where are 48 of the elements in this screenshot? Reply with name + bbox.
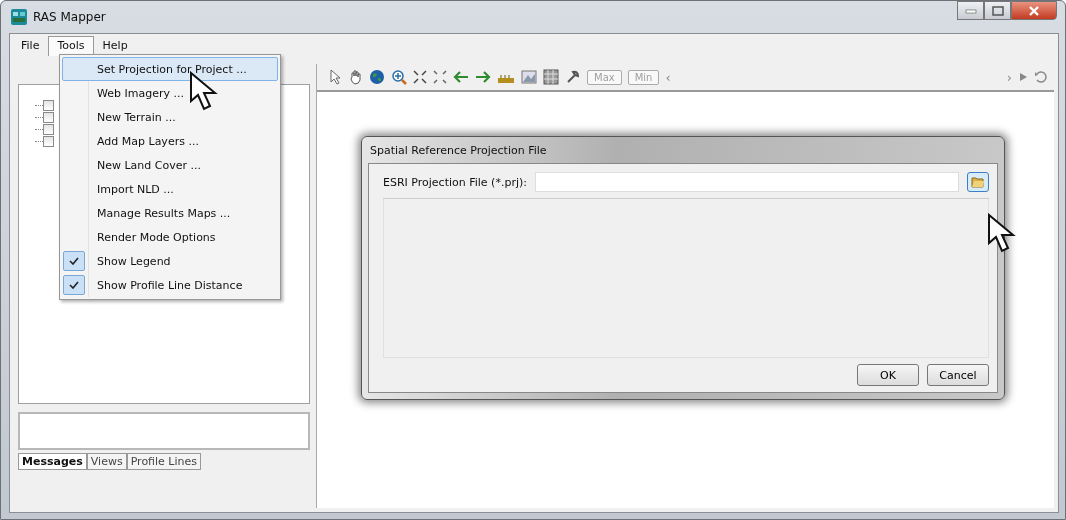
field-label: ESRI Projection File (*.prj):: [383, 175, 527, 189]
menu-entry[interactable]: Manage Results Maps ...: [62, 201, 278, 225]
menu-entry[interactable]: Set Projection for Project ...: [62, 57, 278, 81]
globe-icon[interactable]: [369, 69, 385, 85]
layer-checkbox[interactable]: [43, 111, 54, 123]
grid-icon[interactable]: [543, 69, 559, 85]
menu-item[interactable]: Tools: [48, 36, 94, 56]
forward-arrow-icon[interactable]: [475, 70, 491, 84]
shrink-icon[interactable]: [413, 70, 427, 84]
expand-icon[interactable]: [433, 70, 447, 84]
browse-button[interactable]: [967, 172, 989, 192]
maximize-icon: [991, 5, 1004, 16]
folder-icon: [971, 176, 985, 188]
menu-entry[interactable]: Show Legend: [62, 249, 278, 273]
minimize-icon: [964, 7, 977, 14]
menu-entry[interactable]: Import NLD ...: [62, 177, 278, 201]
file-path-field[interactable]: [534, 172, 959, 192]
dialog-title: Spatial Reference Projection File: [369, 142, 548, 159]
hand-icon[interactable]: [349, 69, 363, 85]
menu-entry[interactable]: New Land Cover ...: [62, 153, 278, 177]
panel-tab[interactable]: Views: [86, 453, 127, 470]
dialog-button[interactable]: Cancel: [927, 364, 989, 386]
menu-entry[interactable]: Add Map Layers ...: [62, 129, 278, 153]
panel-tab[interactable]: Messages: [18, 453, 87, 470]
menu-entry[interactable]: Web Imagery ...: [62, 81, 278, 105]
layer-checkbox[interactable]: [43, 99, 54, 111]
menu-item[interactable]: Help: [93, 36, 137, 56]
tool-icon[interactable]: [565, 69, 581, 85]
menu-entry[interactable]: Render Mode Options: [62, 225, 278, 249]
app-icon: [11, 9, 27, 25]
refresh-icon[interactable]: [1034, 70, 1048, 84]
maximize-button[interactable]: [984, 1, 1011, 20]
menu-entry[interactable]: Show Profile Line Distance: [62, 273, 278, 297]
layer-checkbox[interactable]: [43, 135, 54, 147]
layer-checkbox[interactable]: [43, 123, 54, 135]
minimize-button[interactable]: [957, 1, 984, 20]
menu-item[interactable]: File: [12, 36, 49, 56]
zoom-in-icon[interactable]: [391, 69, 407, 85]
play-icon[interactable]: [1018, 72, 1028, 82]
menu-entry[interactable]: New Terrain ...: [62, 105, 278, 129]
close-button[interactable]: [1011, 1, 1057, 20]
close-icon: [1028, 5, 1040, 16]
pointer-icon[interactable]: [329, 69, 343, 85]
window-title: RAS Mapper: [33, 10, 106, 24]
dialog-button[interactable]: OK: [857, 364, 919, 386]
panel-tab[interactable]: Profile Lines: [126, 453, 201, 470]
image-icon[interactable]: [521, 69, 537, 85]
back-arrow-icon[interactable]: [453, 70, 469, 84]
